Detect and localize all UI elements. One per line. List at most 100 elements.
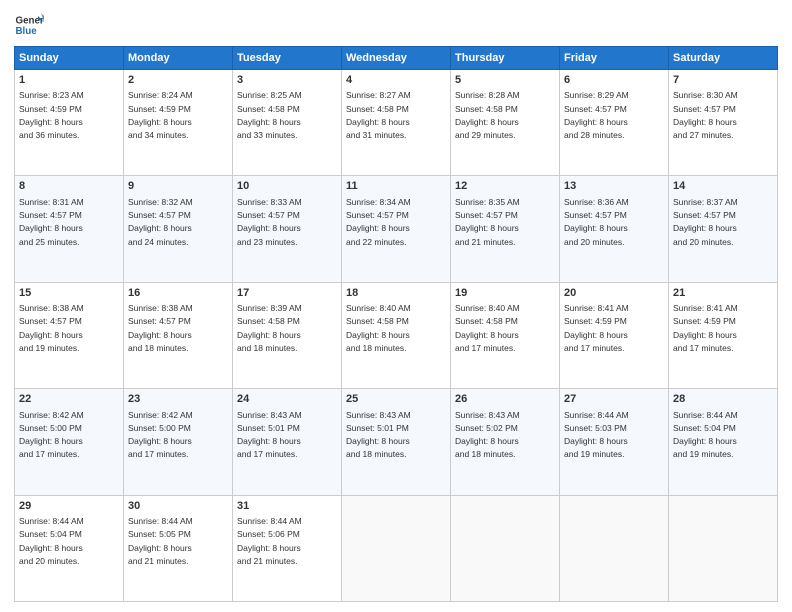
day-number: 28 (673, 392, 773, 407)
day-info: Sunrise: 8:42 AM Sunset: 5:00 PM Dayligh… (19, 410, 84, 460)
day-cell: 26 Sunrise: 8:43 AM Sunset: 5:02 PM Dayli… (451, 389, 560, 495)
day-number: 17 (237, 286, 337, 301)
day-cell (342, 495, 451, 601)
day-number: 7 (673, 73, 773, 88)
day-info: Sunrise: 8:41 AM Sunset: 4:59 PM Dayligh… (673, 303, 738, 353)
day-number: 12 (455, 179, 555, 194)
calendar-table: SundayMondayTuesdayWednesdayThursdayFrid… (14, 46, 778, 602)
col-header-thursday: Thursday (451, 47, 560, 70)
day-number: 30 (128, 499, 228, 514)
day-cell: 17 Sunrise: 8:39 AM Sunset: 4:58 PM Dayli… (233, 282, 342, 388)
day-info: Sunrise: 8:30 AM Sunset: 4:57 PM Dayligh… (673, 90, 738, 140)
day-info: Sunrise: 8:43 AM Sunset: 5:02 PM Dayligh… (455, 410, 520, 460)
day-cell: 30 Sunrise: 8:44 AM Sunset: 5:05 PM Dayli… (124, 495, 233, 601)
day-info: Sunrise: 8:43 AM Sunset: 5:01 PM Dayligh… (346, 410, 411, 460)
day-cell: 31 Sunrise: 8:44 AM Sunset: 5:06 PM Dayli… (233, 495, 342, 601)
week-row-5: 29Sunrise: 8:44 AM Sunset: 5:04 PM Dayli… (15, 495, 778, 601)
day-info: Sunrise: 8:33 AM Sunset: 4:57 PM Dayligh… (237, 197, 302, 247)
day-cell: 28 Sunrise: 8:44 AM Sunset: 5:04 PM Dayli… (669, 389, 778, 495)
day-number: 2 (128, 73, 228, 88)
day-info: Sunrise: 8:43 AM Sunset: 5:01 PM Dayligh… (237, 410, 302, 460)
col-header-tuesday: Tuesday (233, 47, 342, 70)
day-number: 9 (128, 179, 228, 194)
day-number: 14 (673, 179, 773, 194)
day-info: Sunrise: 8:41 AM Sunset: 4:59 PM Dayligh… (564, 303, 629, 353)
logo: General Blue (14, 10, 44, 40)
day-cell: 12 Sunrise: 8:35 AM Sunset: 4:57 PM Dayli… (451, 176, 560, 282)
col-header-sunday: Sunday (15, 47, 124, 70)
day-info: Sunrise: 8:32 AM Sunset: 4:57 PM Dayligh… (128, 197, 193, 247)
day-cell: 23 Sunrise: 8:42 AM Sunset: 5:00 PM Dayli… (124, 389, 233, 495)
day-number: 3 (237, 73, 337, 88)
logo-icon: General Blue (14, 10, 44, 40)
page: General Blue SundayMondayTuesdayWednesda… (0, 0, 792, 612)
calendar-body: 1 Sunrise: 8:23 AM Sunset: 4:59 PM Daylig… (15, 70, 778, 602)
col-header-friday: Friday (560, 47, 669, 70)
day-cell: 29Sunrise: 8:44 AM Sunset: 5:04 PM Dayli… (15, 495, 124, 601)
day-number: 15 (19, 286, 119, 301)
day-number: 16 (128, 286, 228, 301)
day-cell: 15 Sunrise: 8:38 AM Sunset: 4:57 PM Dayli… (15, 282, 124, 388)
day-info: Sunrise: 8:38 AM Sunset: 4:57 PM Dayligh… (128, 303, 193, 353)
day-cell (560, 495, 669, 601)
day-number: 22 (19, 392, 119, 407)
day-number: 4 (346, 73, 446, 88)
day-info: Sunrise: 8:44 AM Sunset: 5:06 PM Dayligh… (237, 516, 302, 566)
day-info: Sunrise: 8:31 AM Sunset: 4:57 PM Dayligh… (19, 197, 84, 247)
day-info: Sunrise: 8:35 AM Sunset: 4:57 PM Dayligh… (455, 197, 520, 247)
day-info: Sunrise: 8:39 AM Sunset: 4:58 PM Dayligh… (237, 303, 302, 353)
day-cell: 19Sunrise: 8:40 AM Sunset: 4:58 PM Dayli… (451, 282, 560, 388)
day-info: Sunrise: 8:42 AM Sunset: 5:00 PM Dayligh… (128, 410, 193, 460)
day-cell: 20 Sunrise: 8:41 AM Sunset: 4:59 PM Dayli… (560, 282, 669, 388)
day-number: 13 (564, 179, 664, 194)
day-number: 1 (19, 73, 119, 88)
day-number: 18 (346, 286, 446, 301)
day-number: 11 (346, 179, 446, 194)
day-cell: 16 Sunrise: 8:38 AM Sunset: 4:57 PM Dayli… (124, 282, 233, 388)
day-cell: 6Sunrise: 8:29 AM Sunset: 4:57 PM Daylig… (560, 70, 669, 176)
day-cell: 14 Sunrise: 8:37 AM Sunset: 4:57 PM Dayli… (669, 176, 778, 282)
day-number: 25 (346, 392, 446, 407)
day-info: Sunrise: 8:38 AM Sunset: 4:57 PM Dayligh… (19, 303, 84, 353)
day-cell: 7 Sunrise: 8:30 AM Sunset: 4:57 PM Daylig… (669, 70, 778, 176)
day-number: 27 (564, 392, 664, 407)
day-info: Sunrise: 8:44 AM Sunset: 5:05 PM Dayligh… (128, 516, 193, 566)
day-cell: 9 Sunrise: 8:32 AM Sunset: 4:57 PM Daylig… (124, 176, 233, 282)
day-info: Sunrise: 8:40 AM Sunset: 4:58 PM Dayligh… (455, 303, 520, 353)
day-cell (669, 495, 778, 601)
day-cell: 10 Sunrise: 8:33 AM Sunset: 4:57 PM Dayli… (233, 176, 342, 282)
week-row-1: 1 Sunrise: 8:23 AM Sunset: 4:59 PM Daylig… (15, 70, 778, 176)
day-number: 24 (237, 392, 337, 407)
col-header-monday: Monday (124, 47, 233, 70)
day-number: 21 (673, 286, 773, 301)
day-cell: 27 Sunrise: 8:44 AM Sunset: 5:03 PM Dayli… (560, 389, 669, 495)
day-cell: 3Sunrise: 8:25 AM Sunset: 4:58 PM Daylig… (233, 70, 342, 176)
day-number: 10 (237, 179, 337, 194)
week-row-4: 22 Sunrise: 8:42 AM Sunset: 5:00 PM Dayli… (15, 389, 778, 495)
day-info: Sunrise: 8:44 AM Sunset: 5:04 PM Dayligh… (673, 410, 738, 460)
day-info: Sunrise: 8:29 AM Sunset: 4:57 PM Dayligh… (564, 90, 629, 140)
day-number: 26 (455, 392, 555, 407)
day-info: Sunrise: 8:27 AM Sunset: 4:58 PM Dayligh… (346, 90, 411, 140)
day-info: Sunrise: 8:40 AM Sunset: 4:58 PM Dayligh… (346, 303, 411, 353)
day-info: Sunrise: 8:37 AM Sunset: 4:57 PM Dayligh… (673, 197, 738, 247)
day-number: 23 (128, 392, 228, 407)
day-cell: 25 Sunrise: 8:43 AM Sunset: 5:01 PM Dayli… (342, 389, 451, 495)
day-info: Sunrise: 8:44 AM Sunset: 5:03 PM Dayligh… (564, 410, 629, 460)
day-info: Sunrise: 8:34 AM Sunset: 4:57 PM Dayligh… (346, 197, 411, 247)
day-number: 31 (237, 499, 337, 514)
day-cell (451, 495, 560, 601)
svg-text:General: General (16, 16, 45, 27)
day-info: Sunrise: 8:23 AM Sunset: 4:59 PM Dayligh… (19, 90, 84, 140)
week-row-3: 15 Sunrise: 8:38 AM Sunset: 4:57 PM Dayli… (15, 282, 778, 388)
day-info: Sunrise: 8:24 AM Sunset: 4:59 PM Dayligh… (128, 90, 193, 140)
day-cell: 1 Sunrise: 8:23 AM Sunset: 4:59 PM Daylig… (15, 70, 124, 176)
day-cell: 2 Sunrise: 8:24 AM Sunset: 4:59 PM Daylig… (124, 70, 233, 176)
day-cell: 18 Sunrise: 8:40 AM Sunset: 4:58 PM Dayli… (342, 282, 451, 388)
day-number: 5 (455, 73, 555, 88)
week-row-2: 8Sunrise: 8:31 AM Sunset: 4:57 PM Daylig… (15, 176, 778, 282)
day-cell: 11 Sunrise: 8:34 AM Sunset: 4:57 PM Dayli… (342, 176, 451, 282)
day-info: Sunrise: 8:44 AM Sunset: 5:04 PM Dayligh… (19, 516, 84, 566)
day-number: 20 (564, 286, 664, 301)
col-header-saturday: Saturday (669, 47, 778, 70)
